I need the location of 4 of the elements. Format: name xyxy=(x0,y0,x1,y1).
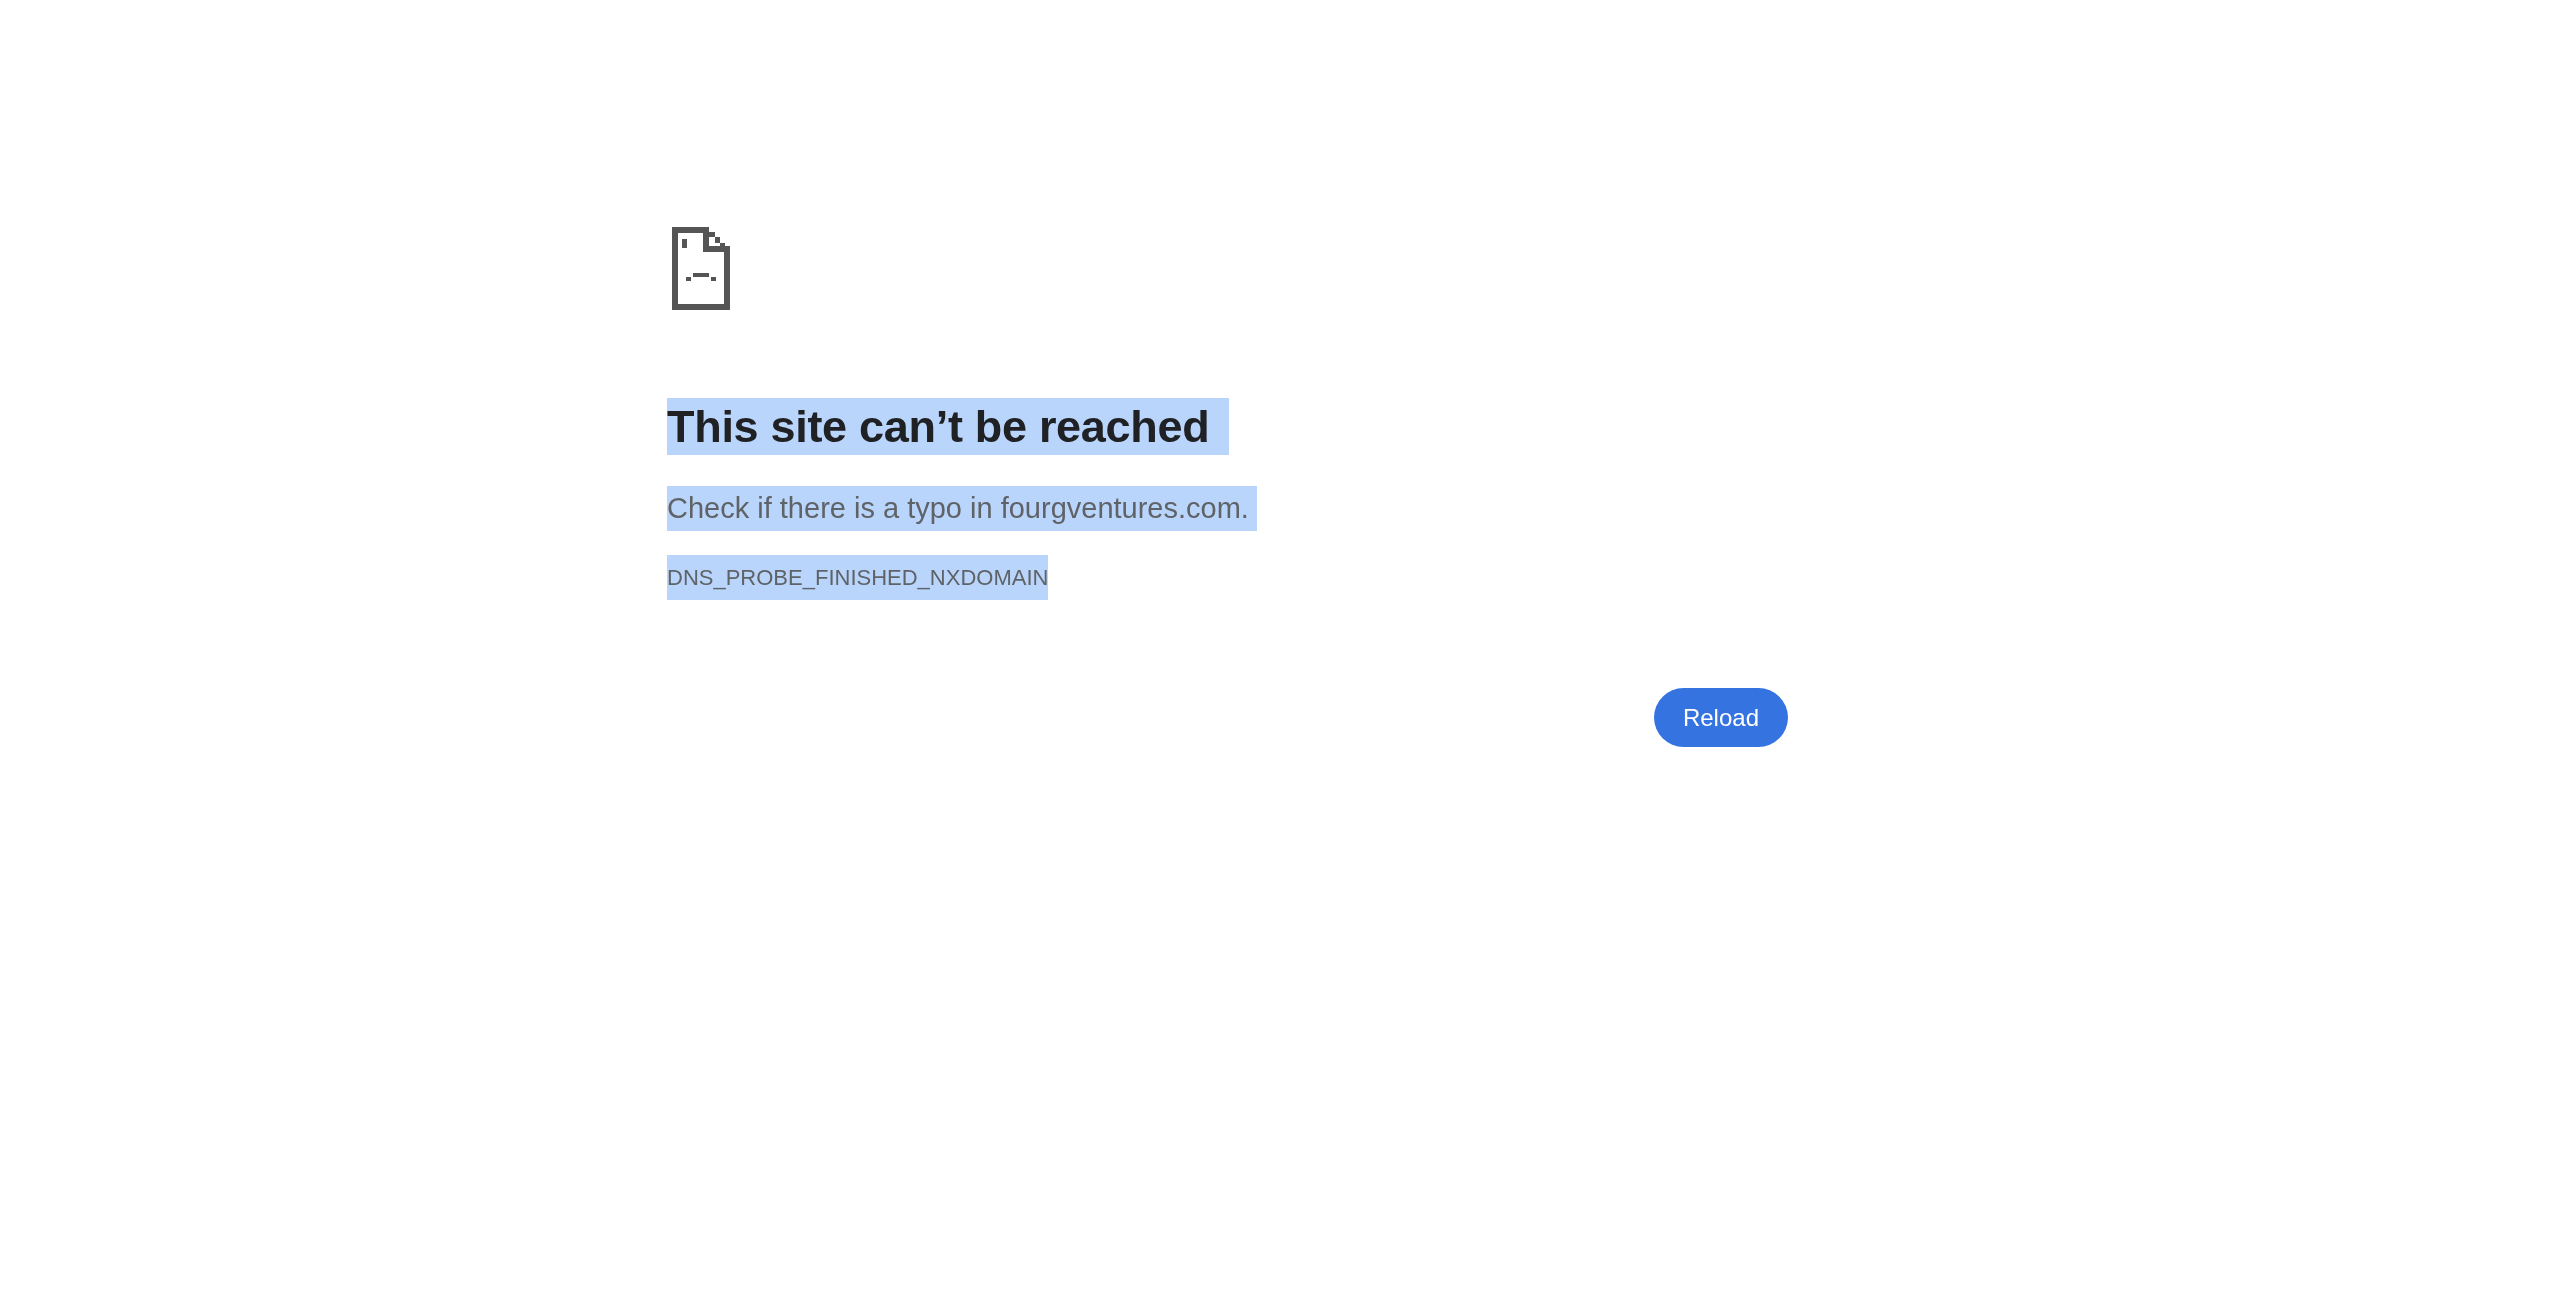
error-message: Check if there is a typo in fourgventures.com. xyxy=(667,486,1257,531)
error-title: This site can’t be reached xyxy=(667,398,1230,455)
reload-button[interactable]: Reload xyxy=(1653,688,1788,747)
error-code: DNS_PROBE_FINISHED_NXDOMAIN xyxy=(667,555,1049,600)
